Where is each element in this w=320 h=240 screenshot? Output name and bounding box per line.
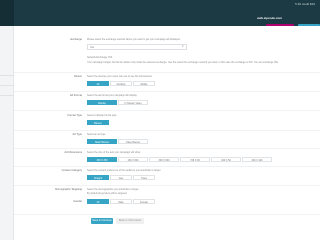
device-option-all[interactable]: All — [87, 81, 109, 86]
ad-format-video[interactable]: In Stream Video — [118, 100, 148, 105]
top-bar — [0, 0, 320, 26]
sidebar — [0, 26, 14, 240]
chevron-down-icon: ▾ — [182, 44, 184, 48]
ad-format-label: Ad Format — [69, 94, 82, 97]
ad-dim-300x250[interactable]: 300 X 250 — [87, 157, 117, 162]
device-label: Device — [74, 75, 82, 78]
gender-male[interactable]: Male — [110, 199, 132, 204]
logo-area — [0, 0, 14, 26]
category-gay[interactable]: Gay — [110, 175, 132, 180]
ad-dimensions-label: Ad Dimensions — [64, 151, 82, 154]
gender-label: Gender — [73, 200, 82, 203]
ad-dim-320x50[interactable]: 320 X 50 — [211, 157, 241, 162]
credit-info: 5.39 credit $10 — [295, 2, 315, 6]
section-divider — [14, 91, 320, 92]
category-trans[interactable]: Trans — [133, 175, 155, 180]
ad-dim-728x90[interactable]: 728 X 90 — [180, 157, 210, 162]
gender-all[interactable]: All — [87, 199, 109, 204]
ad-dimensions-help: Select the size of the ads your campaign… — [87, 151, 141, 154]
content-category-label: Content Category — [61, 169, 82, 172]
device-help: Select the devices your users can use to… — [87, 75, 152, 78]
format-type-banner[interactable]: Banner — [87, 120, 109, 125]
section-divider — [14, 148, 320, 149]
section-divider — [14, 130, 320, 131]
ad-type-label: Ad Type — [72, 133, 82, 136]
sidebar-divider — [0, 85, 14, 86]
section-divider — [14, 185, 320, 186]
ad-dim-320x100[interactable]: 320 X 100 — [242, 157, 272, 162]
sidebar-divider — [0, 95, 14, 96]
save-continue-button[interactable]: Save & Continue — [91, 218, 113, 224]
ad-type-help: Select an ad type — [87, 133, 106, 136]
format-type-help: Select a display format type. — [87, 114, 118, 117]
device-option-desktop[interactable]: Desktop — [110, 81, 132, 86]
demographic-help-default: By default all genders will be targeted — [87, 192, 127, 195]
device-option-mobile[interactable]: Mobile — [133, 81, 155, 86]
back-button[interactable]: Back to Information — [116, 218, 144, 224]
user-menu[interactable]: web.zipcode.com — [257, 16, 282, 20]
ad-type-video[interactable]: Video Banner — [118, 139, 148, 144]
exchange-note: Network Exchange: ISS — [87, 56, 113, 59]
exchange-select[interactable]: Yes — [87, 44, 187, 50]
form-content: Exchange Please select the exchange netw… — [14, 26, 320, 240]
ad-dim-300x600[interactable]: 300 X 600 — [149, 157, 179, 162]
section-divider — [14, 214, 320, 215]
demographic-label: Demographic Targeting — [55, 188, 82, 191]
ad-format-help: Select the ad format your campaign will … — [87, 94, 137, 97]
section-divider — [14, 166, 320, 167]
demographic-help: Select the demographics you would like t… — [87, 188, 139, 191]
ad-format-display[interactable]: Display — [87, 100, 117, 105]
format-type-label: Format Type — [67, 114, 82, 117]
content-category-help: Select the content preference of the aud… — [87, 169, 161, 172]
section-divider — [14, 72, 320, 73]
sidebar-divider — [0, 75, 14, 76]
section-divider — [14, 110, 320, 111]
category-straight[interactable]: Straight — [87, 175, 109, 180]
exchange-description: Your campaign budget, bid will be visibl… — [87, 61, 279, 64]
ad-dim-160x600[interactable]: 160 X 600 — [118, 157, 148, 162]
exchange-label: Exchange — [70, 38, 82, 41]
gender-female[interactable]: Female — [133, 199, 155, 204]
exchange-help: Please select the exchange network where… — [87, 38, 181, 41]
ad-type-static[interactable]: Static Banner — [87, 139, 117, 144]
